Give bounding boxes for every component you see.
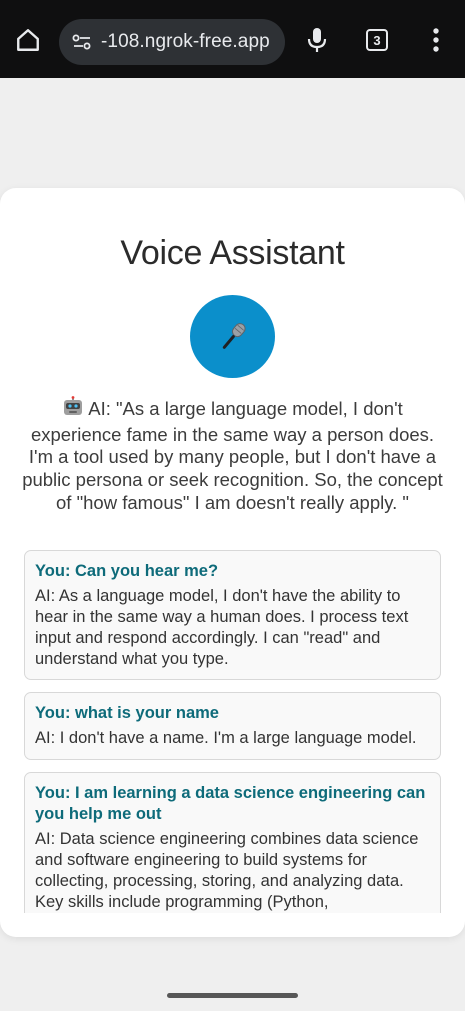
history-item: You: what is your name AI: I don't have … — [24, 692, 441, 760]
tab-count: 3 — [366, 29, 388, 51]
gesture-bar[interactable] — [167, 993, 298, 998]
site-settings-button[interactable] — [63, 19, 101, 65]
conversation-history[interactable]: You: Can you hear me? AI: As a language … — [24, 550, 441, 913]
more-vert-icon — [433, 28, 439, 52]
current-response-text: AI: "As a large language model, I don't … — [22, 398, 443, 513]
microphone-icon — [307, 28, 327, 52]
address-bar[interactable]: -108.ngrok-free.app — [59, 19, 285, 65]
user-message: You: Can you hear me? — [35, 562, 219, 580]
voice-search-button[interactable] — [297, 20, 337, 60]
more-options-button[interactable] — [416, 20, 456, 60]
site-settings-icon — [72, 34, 91, 50]
ai-message: AI: As a language model, I don't have th… — [35, 587, 409, 668]
home-icon — [17, 29, 39, 51]
history-item: You: I am learning a data science engine… — [24, 772, 441, 913]
current-response: AI: "As a large language model, I don't … — [22, 396, 443, 515]
ai-message: AI: I don't have a name. I'm a large lan… — [35, 729, 417, 747]
ai-message: AI: Data science engineering combines da… — [35, 830, 419, 911]
url-text: -108.ngrok-free.app — [101, 31, 270, 52]
history-item: You: Can you hear me? AI: As a language … — [24, 550, 441, 680]
microphone-icon — [222, 322, 246, 349]
user-message: You: what is your name — [35, 704, 219, 722]
browser-toolbar: -108.ngrok-free.app 3 — [0, 0, 465, 78]
page-title: Voice Assistant — [120, 234, 345, 272]
user-message: You: I am learning a data science engine… — [35, 784, 426, 823]
home-button[interactable] — [8, 20, 48, 60]
tab-switcher-button[interactable]: 3 — [357, 20, 397, 60]
record-button[interactable] — [190, 295, 275, 378]
robot-icon — [62, 396, 84, 424]
